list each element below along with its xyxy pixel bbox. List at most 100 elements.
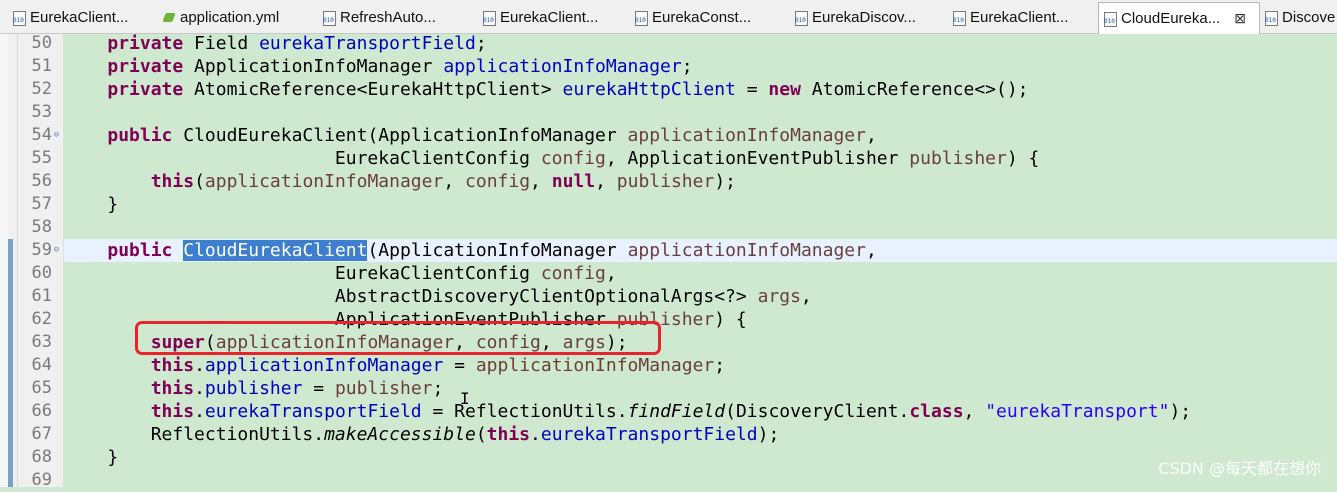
code-line[interactable]: private Field eurekaTransportField;	[64, 32, 1337, 55]
editor-tab-label: EurekaClient...	[970, 9, 1069, 26]
code-token: ;	[681, 56, 693, 77]
code-token: .	[530, 424, 541, 445]
line-number: 57	[31, 194, 52, 214]
java-class-file-icon	[634, 10, 648, 26]
code-token: );	[714, 171, 737, 192]
code-token: this	[486, 424, 531, 445]
code-line[interactable]: ReflectionUtils.makeAccessible(this.eure…	[64, 423, 1337, 446]
line-number: 66	[31, 401, 52, 421]
code-token: public	[107, 125, 173, 146]
code-token: findField	[627, 401, 726, 422]
code-token: eurekaTransportField	[540, 424, 758, 445]
line-number: 53	[31, 102, 52, 122]
code-line[interactable]: this.eurekaTransportField = ReflectionUt…	[64, 400, 1337, 423]
code-token: ) {	[1006, 148, 1040, 169]
line-number: 63	[31, 332, 52, 352]
code-line[interactable]: AbstractDiscoveryClientOptionalArgs<?> a…	[64, 285, 1337, 308]
code-token: AtomicReference<>();	[800, 79, 1029, 100]
code-token: );	[757, 424, 780, 445]
code-line[interactable]: EurekaClientConfig config,	[64, 262, 1337, 285]
code-token: ,	[595, 171, 617, 192]
code-token: AtomicReference<EurekaHttpClient>	[183, 79, 563, 100]
editor-tab-label: RefreshAuto...	[340, 9, 436, 26]
code-token: , ApplicationEventPublisher	[605, 148, 910, 169]
code-line[interactable]: this(applicationInfoManager, config, nul…	[64, 170, 1337, 193]
code-token: this	[150, 171, 195, 192]
code-token: public	[107, 240, 173, 261]
code-token: applicationInfoManager	[627, 240, 866, 261]
code-token: config	[540, 263, 606, 284]
editor-tab[interactable]: EurekaConst...	[630, 2, 790, 33]
collapse-fold-icon[interactable]: ⊖	[52, 131, 61, 140]
java-class-file-icon	[322, 10, 336, 26]
code-line[interactable]: private ApplicationInfoManager applicati…	[64, 55, 1337, 78]
code-line[interactable]: public CloudEurekaClient(ApplicationInfo…	[64, 124, 1337, 147]
code-token: (ApplicationInfoManager	[367, 240, 628, 261]
editor-tab[interactable]: EurekaClient...	[948, 2, 1098, 33]
java-class-file-icon	[794, 10, 808, 26]
line-number: 52	[31, 79, 52, 99]
code-token: }	[64, 194, 119, 215]
code-line[interactable]	[64, 101, 1337, 124]
code-token: private	[107, 33, 184, 54]
editor-tab[interactable]: EurekaClient...	[8, 2, 158, 33]
editor-tab-label: EurekaClient...	[500, 9, 599, 26]
watermark: CSDN @每天都在想你	[1158, 459, 1321, 478]
code-line[interactable]: private AtomicReference<EurekaHttpClient…	[64, 78, 1337, 101]
code-line[interactable]	[64, 469, 1337, 492]
code-token: =	[443, 355, 476, 376]
close-icon[interactable]: ⊠	[1234, 10, 1246, 27]
code-line[interactable]: EurekaClientConfig config, ApplicationEv…	[64, 147, 1337, 170]
change-marker	[8, 239, 13, 487]
code-token: ;	[714, 355, 726, 376]
code-token: (	[475, 424, 487, 445]
code-line[interactable]: this.publisher = publisher;	[64, 377, 1337, 400]
line-number: 54	[31, 125, 52, 145]
code-line[interactable]: }	[64, 193, 1337, 216]
editor-tab[interactable]: EurekaClient...	[478, 2, 630, 33]
code-token: "eurekaTransport"	[985, 401, 1170, 422]
editor-tab[interactable]: Discove	[1260, 2, 1337, 33]
line-number: 69	[31, 470, 52, 490]
code-token: CloudEurekaClient(ApplicationInfoManager	[172, 125, 628, 146]
code-line[interactable]: }	[64, 446, 1337, 469]
editor-tab[interactable]: RefreshAuto...	[318, 2, 478, 33]
editor-tab-label: EurekaDiscov...	[812, 9, 916, 26]
code-line[interactable]: public CloudEurekaClient(ApplicationInfo…	[64, 239, 1337, 262]
code-token: CloudEurekaClient	[183, 240, 368, 261]
editor-tab[interactable]: EurekaDiscov...	[790, 2, 948, 33]
editor-tab[interactable]: application.yml	[158, 2, 318, 33]
text-cursor-icon: I	[460, 389, 470, 408]
code-token: ;	[432, 378, 444, 399]
code-line[interactable]	[64, 216, 1337, 239]
line-number: 59	[31, 240, 52, 260]
line-number: 68	[31, 447, 52, 467]
highlight-box	[135, 321, 661, 355]
editor-tab[interactable]: CloudEureka... ⊠	[1098, 2, 1260, 34]
line-number: 58	[31, 217, 52, 237]
editor-tab-label: Discove	[1282, 9, 1336, 26]
code-token: ) {	[714, 309, 747, 330]
code-token: ,	[865, 125, 877, 146]
code-token: = ReflectionUtils.	[421, 401, 628, 422]
code-line[interactable]: this.applicationInfoManager = applicatio…	[64, 354, 1337, 377]
collapse-fold-icon[interactable]: ⊖	[52, 246, 61, 255]
code-token: this	[150, 355, 195, 376]
java-class-file-icon	[482, 10, 496, 26]
code-token: (	[194, 171, 205, 192]
code-token: applicationInfoManager	[443, 56, 682, 77]
code-token: makeAccessible	[324, 424, 476, 445]
line-number: 61	[31, 286, 52, 306]
code-token: ,	[800, 286, 812, 307]
code-token: private	[107, 56, 184, 77]
editor-tab-label: EurekaConst...	[652, 9, 752, 26]
code-token: publisher	[204, 378, 303, 399]
code-token: publisher	[616, 171, 715, 192]
code-token: private	[107, 79, 184, 100]
code-token: config	[540, 148, 606, 169]
